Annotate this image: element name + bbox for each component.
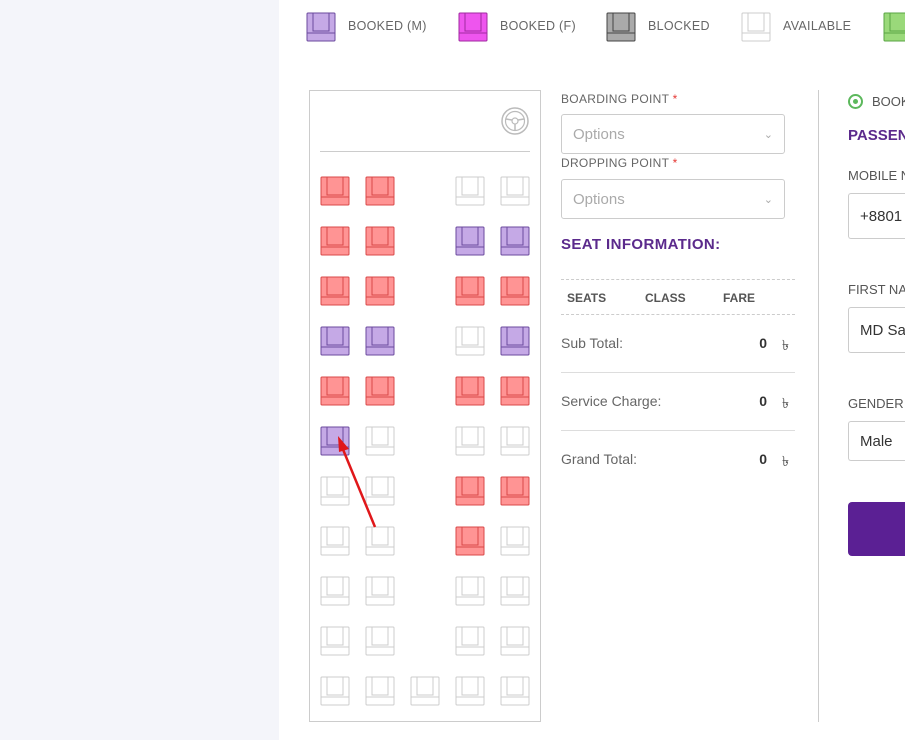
seat-male <box>455 226 485 256</box>
seat-available[interactable] <box>500 676 530 706</box>
chevron-down-icon: ⌄ <box>763 193 773 206</box>
seat-sold <box>365 276 395 306</box>
sub-total-row: Sub Total: 0 ৳ <box>561 315 795 373</box>
seat-available[interactable] <box>455 426 485 456</box>
legend-male: BOOKED (M) <box>306 12 427 42</box>
gender-select[interactable]: Male <box>848 421 905 461</box>
seats-column-header: SEATS <box>567 291 607 305</box>
gender-label: GENDER <box>848 396 904 411</box>
seat-sold <box>320 376 350 406</box>
seat-available[interactable] <box>500 426 530 456</box>
legend-label: BOOKED (F) <box>500 19 576 33</box>
legend-blocked: BLOCKED <box>606 12 710 42</box>
seat-sold <box>365 376 395 406</box>
seat-available[interactable] <box>500 526 530 556</box>
seat-sold <box>500 376 530 406</box>
seat-available[interactable] <box>365 426 395 456</box>
seat-male-icon <box>306 12 336 42</box>
seat-available[interactable] <box>455 176 485 206</box>
first-name-input[interactable]: MD Sa <box>848 307 905 353</box>
seat-available[interactable] <box>320 626 350 656</box>
legend-available: AVAILABLE <box>741 12 852 42</box>
first-name-label: FIRST NA <box>848 282 905 297</box>
grand-total-row: Grand Total: 0 ৳ <box>561 431 795 489</box>
seat-sold <box>455 276 485 306</box>
driver-divider <box>320 151 530 152</box>
seat-available[interactable] <box>320 526 350 556</box>
seat-available[interactable] <box>365 676 395 706</box>
seat-available-icon <box>741 12 771 42</box>
fare-column-header: FARE <box>723 291 756 305</box>
dropping-point-select[interactable]: Options ⌄ <box>561 179 785 219</box>
seat-available[interactable] <box>410 676 440 706</box>
seat-available[interactable] <box>320 476 350 506</box>
seat-male <box>320 326 350 356</box>
seat-information-title: SEAT INFORMATION: <box>561 236 721 253</box>
booking-radio-label: BOOK <box>872 94 905 109</box>
seat-map <box>309 90 541 722</box>
seat-available[interactable] <box>365 476 395 506</box>
seat-sold <box>500 276 530 306</box>
chevron-down-icon: ⌄ <box>763 128 773 141</box>
seat-male <box>500 326 530 356</box>
seat-available[interactable] <box>320 576 350 606</box>
service-charge-label: Service Charge: <box>561 393 662 409</box>
service-charge-row: Service Charge: 0 ৳ <box>561 373 795 431</box>
booking-radio[interactable] <box>848 94 863 109</box>
seat-sold <box>455 376 485 406</box>
seat-male <box>500 226 530 256</box>
submit-button[interactable] <box>848 502 905 556</box>
legend-selected <box>883 12 905 42</box>
steering-wheel-icon <box>501 107 529 135</box>
seat-male <box>320 426 350 456</box>
boarding-point-select[interactable]: Options ⌄ <box>561 114 785 154</box>
seat-sold <box>365 176 395 206</box>
seat-available[interactable] <box>365 626 395 656</box>
grand-total-label: Grand Total: <box>561 451 638 467</box>
sub-total-label: Sub Total: <box>561 335 624 351</box>
seat-available[interactable] <box>500 176 530 206</box>
seat-available[interactable] <box>455 626 485 656</box>
seat-sold <box>320 226 350 256</box>
seat-available[interactable] <box>320 676 350 706</box>
seat-selected-icon <box>883 12 905 42</box>
seat-available[interactable] <box>500 626 530 656</box>
column-divider <box>818 90 819 722</box>
dropping-point-placeholder: Options <box>573 190 625 208</box>
taka-icon: ৳ <box>782 395 789 411</box>
taka-icon: ৳ <box>782 337 789 353</box>
legend-label: AVAILABLE <box>783 19 852 33</box>
passenger-title: PASSENG <box>848 127 905 144</box>
seat-available[interactable] <box>455 326 485 356</box>
dropping-point-label: DROPPING POINT * <box>561 156 678 170</box>
mobile-label: MOBILE N <box>848 168 905 183</box>
service-charge-value: 0 <box>759 393 767 409</box>
seat-available[interactable] <box>365 576 395 606</box>
seat-male <box>365 326 395 356</box>
mobile-input[interactable]: +8801 <box>848 193 905 239</box>
taka-icon: ৳ <box>782 453 789 469</box>
seat-sold <box>455 526 485 556</box>
boarding-point-placeholder: Options <box>573 125 625 143</box>
seat-available[interactable] <box>365 526 395 556</box>
boarding-point-label: BOARDING POINT * <box>561 92 678 106</box>
seat-table-header: SEATS CLASS FARE <box>561 279 795 315</box>
seat-sold <box>320 276 350 306</box>
main-panel: BOOKED (M) BOOKED (F) BLOCKED AVAILABLE BOA… <box>279 0 905 740</box>
seat-sold <box>320 176 350 206</box>
seat-sold <box>500 476 530 506</box>
legend-label: BOOKED (M) <box>348 19 427 33</box>
seat-available[interactable] <box>455 576 485 606</box>
seat-available[interactable] <box>500 576 530 606</box>
seat-female-icon <box>458 12 488 42</box>
seat-sold <box>455 476 485 506</box>
seat-available[interactable] <box>455 676 485 706</box>
legend-female: BOOKED (F) <box>458 12 576 42</box>
sub-total-value: 0 <box>759 335 767 351</box>
grand-total-value: 0 <box>759 451 767 467</box>
seat-blocked-icon <box>606 12 636 42</box>
legend-label: BLOCKED <box>648 19 710 33</box>
seat-sold <box>365 226 395 256</box>
class-column-header: CLASS <box>645 291 686 305</box>
